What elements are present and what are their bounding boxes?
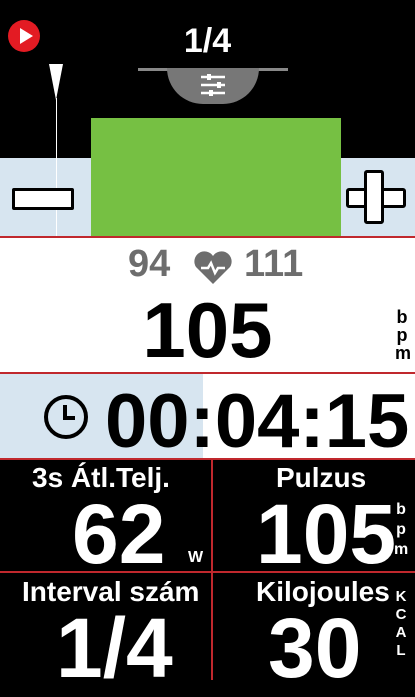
divider bbox=[0, 458, 415, 460]
field-unit-kilojoules: K C A L bbox=[395, 588, 407, 659]
field-value-kilojoules: 30 bbox=[268, 601, 362, 695]
heart-rate-current: 105 bbox=[142, 286, 273, 374]
decrease-button[interactable] bbox=[12, 188, 74, 210]
field-value-interval: 1/4 bbox=[56, 601, 173, 695]
heart-rate-unit: b p m bbox=[395, 307, 412, 363]
field-value-heart-rate: 105 bbox=[256, 487, 397, 581]
field-value-power: 62 bbox=[72, 487, 166, 581]
clock-icon bbox=[44, 395, 88, 439]
increase-button[interactable] bbox=[346, 170, 406, 226]
divider bbox=[211, 460, 213, 680]
interval-zone-bar bbox=[91, 118, 341, 236]
page-indicator: 1/4 bbox=[183, 22, 232, 60]
settings-sliders-icon[interactable] bbox=[167, 68, 259, 104]
heart-icon bbox=[192, 250, 234, 286]
field-unit-heart-rate: b p m bbox=[394, 501, 409, 558]
field-unit-power: W bbox=[188, 549, 204, 566]
heart-rate-max: 111 bbox=[244, 243, 304, 285]
heart-rate-min: 94 bbox=[128, 243, 171, 285]
progress-line bbox=[56, 98, 57, 238]
elapsed-timer: 00:04:15 bbox=[105, 379, 410, 464]
divider bbox=[0, 372, 415, 374]
progress-pointer-icon bbox=[49, 64, 63, 100]
